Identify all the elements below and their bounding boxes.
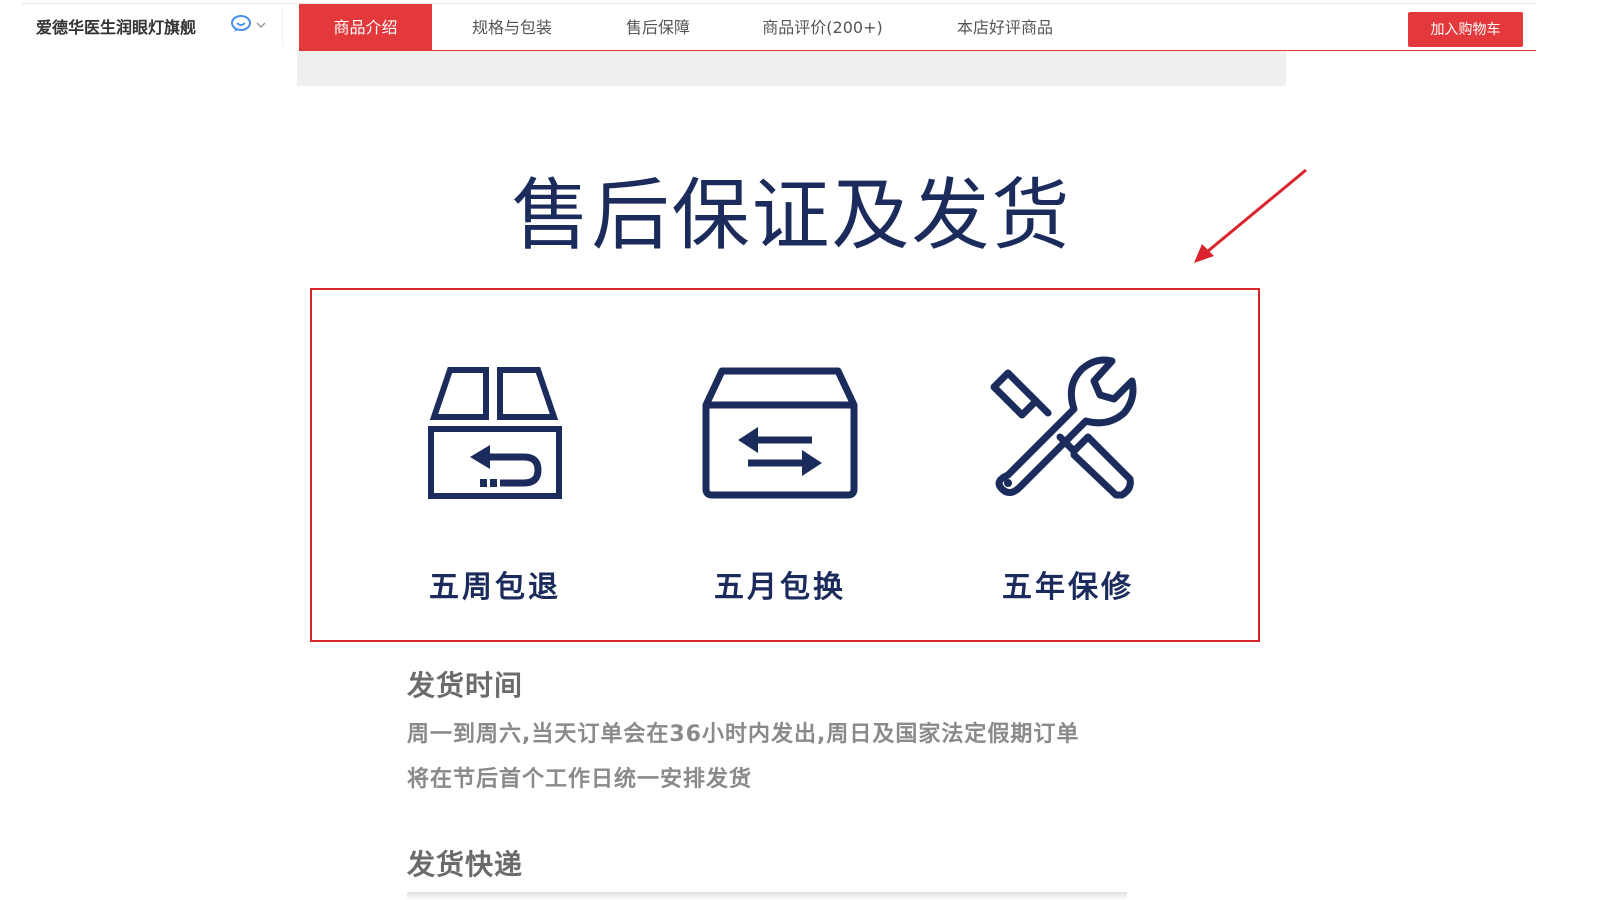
guarantee-label-warranty: 五年保修 xyxy=(1002,570,1134,605)
content-top-band xyxy=(297,51,1286,86)
shipping-time-line-1: 周一到周六,当天订单会在36小时内发出,周日及国家法定假期订单 xyxy=(407,722,1080,747)
guarantee-label-exchange: 五月包换 xyxy=(714,570,846,605)
chat-icon[interactable] xyxy=(230,15,252,33)
repair-tools-icon xyxy=(990,356,1137,499)
page-heading: 售后保证及发货 xyxy=(511,171,1072,261)
add-to-cart-button[interactable]: 加入购物车 xyxy=(1408,12,1523,47)
store-name[interactable]: 爱德华医生润眼灯旗舰 xyxy=(36,4,196,51)
chevron-down-icon[interactable] xyxy=(256,21,266,29)
guarantee-label-return: 五周包退 xyxy=(429,570,561,605)
shipping-express-title: 发货快递 xyxy=(407,848,524,881)
tab-reviews[interactable]: 商品评价(200+) xyxy=(745,4,900,51)
tab-store-top-rated[interactable]: 本店好评商品 xyxy=(940,4,1070,51)
cut-off-text-line xyxy=(407,892,1127,900)
box-return-icon xyxy=(428,367,562,499)
annotation-arrow-icon xyxy=(1194,168,1307,263)
tab-after-sales[interactable]: 售后保障 xyxy=(608,4,708,51)
shipping-time-title: 发货时间 xyxy=(407,669,524,702)
divider xyxy=(282,6,283,46)
box-exchange-icon xyxy=(702,367,858,499)
tab-product-intro[interactable]: 商品介绍 xyxy=(299,4,432,51)
tab-specs-packaging[interactable]: 规格与包装 xyxy=(452,4,572,51)
shipping-time-line-2: 将在节后首个工作日统一安排发货 xyxy=(407,767,753,792)
